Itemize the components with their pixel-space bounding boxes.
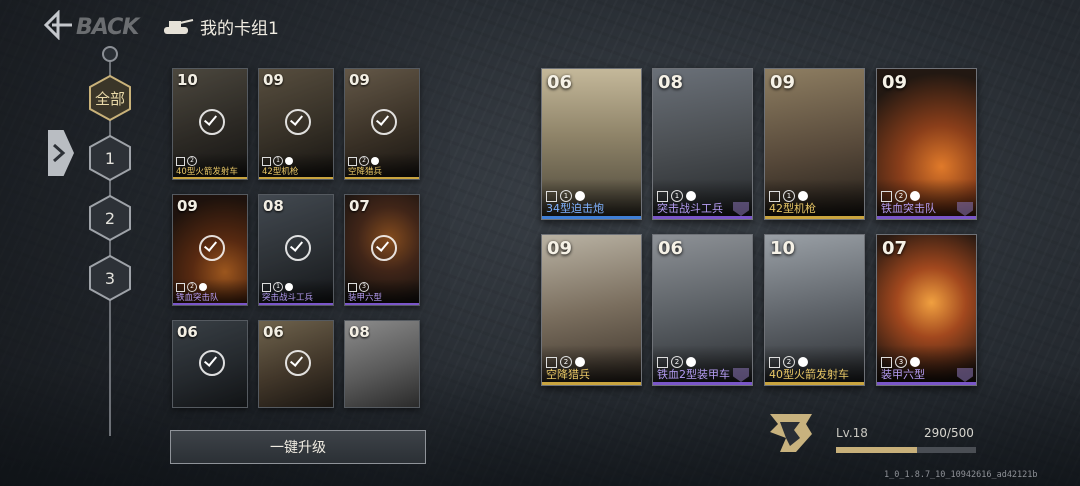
tab-deck-1-label: 1 <box>104 148 116 168</box>
build-id: 1_0_1.8.7_10_10942616_ad42121b <box>884 470 1038 480</box>
card-name: 42型机枪 <box>769 202 816 215</box>
card-name: 铁血突击队 <box>881 202 936 215</box>
card-name: 铁血2型装甲车 <box>657 368 730 381</box>
tab-deck-2[interactable]: 2 <box>86 194 134 242</box>
card-name: 42型机枪 <box>262 167 299 177</box>
card-cost: 06 <box>658 238 684 259</box>
card-cost: 10 <box>177 71 198 89</box>
tab-deck-1[interactable]: 1 <box>86 134 134 182</box>
rarity-bar <box>653 216 752 219</box>
card-cost: 06 <box>547 72 573 93</box>
chevron-right-icon <box>53 143 66 163</box>
card-name: 装甲六型 <box>348 293 383 303</box>
card-cost: 09 <box>349 71 370 89</box>
card-name: 铁血突击队 <box>176 293 219 303</box>
deck-title: 我的卡组1 <box>200 18 279 39</box>
back-label: BACK <box>76 15 139 40</box>
collection-card[interactable]: 06 2 铁血2型装甲车 <box>652 234 753 386</box>
card-name: 突击战斗工兵 <box>657 202 723 215</box>
rarity-bar <box>173 177 247 179</box>
rarity-bar <box>173 303 247 305</box>
tab-deck-3-label: 3 <box>104 268 116 288</box>
flag-icon <box>285 157 293 165</box>
rarity-bar <box>345 303 419 305</box>
deck-card[interactable]: 10 2 40型火箭发射车 <box>172 68 248 180</box>
card-name: 突击战斗工兵 <box>262 293 314 303</box>
checkmark-icon <box>285 349 311 376</box>
deck-header: 我的卡组1 <box>160 12 279 40</box>
checkmark-icon <box>371 234 397 261</box>
card-cost: 06 <box>177 323 198 341</box>
card-name: 空降猎兵 <box>348 167 383 177</box>
back-button[interactable]: BACK <box>42 10 139 42</box>
back-arrow-icon <box>43 10 72 40</box>
collection-card[interactable]: 09 1 42型机枪 <box>764 68 865 220</box>
checkmark-icon <box>371 108 397 135</box>
checkmark-icon <box>285 234 311 261</box>
xp-bar-fill <box>836 447 918 453</box>
checkmark-icon <box>285 108 311 135</box>
collection-card[interactable]: 08 1 突击战斗工兵 <box>652 68 753 220</box>
card-name: 装甲六型 <box>881 368 925 381</box>
deck-card[interactable]: 09 2 铁血突击队 <box>172 194 248 306</box>
rarity-bar <box>877 216 976 219</box>
card-cost: 08 <box>263 197 284 215</box>
deck-card[interactable]: 09 2 空降猎兵 <box>344 68 420 180</box>
collection-card[interactable]: 06 1 34型迫击炮 <box>541 68 642 220</box>
checkmark-icon <box>199 349 225 376</box>
card-name: 空降猎兵 <box>546 368 590 381</box>
card-name: 34型迫击炮 <box>546 202 604 215</box>
flag-icon <box>371 157 379 165</box>
deck-card[interactable]: 06 <box>258 320 334 408</box>
card-cost: 07 <box>349 197 370 215</box>
rarity-bar <box>877 382 976 385</box>
rank-emblem-icon <box>770 414 812 452</box>
tab-deck-3[interactable]: 3 <box>86 254 134 302</box>
checkmark-icon <box>199 108 225 135</box>
card-cost: 08 <box>658 72 684 93</box>
collection-card[interactable]: 09 2 铁血突击队 <box>876 68 977 220</box>
card-name: 40型火箭发射车 <box>769 368 849 381</box>
tank-icon <box>164 19 194 34</box>
checkmark-icon <box>199 234 225 261</box>
rail-knob <box>102 46 118 62</box>
card-cost: 06 <box>263 323 284 341</box>
card-cost: 08 <box>349 323 370 341</box>
card-cost: 09 <box>882 72 908 93</box>
rarity-bar <box>259 303 333 305</box>
deck-card[interactable]: 08 <box>344 320 420 408</box>
rarity-bar <box>259 177 333 179</box>
tab-deck-2-label: 2 <box>104 208 116 228</box>
card-cost: 09 <box>547 238 573 259</box>
deck-card[interactable]: 09 1 42型机枪 <box>258 68 334 180</box>
xp-bar <box>836 447 976 453</box>
card-cost: 10 <box>770 238 796 259</box>
deck-card[interactable]: 07 3 装甲六型 <box>344 194 420 306</box>
deck-card[interactable]: 08 1 突击战斗工兵 <box>258 194 334 306</box>
rarity-bar <box>542 382 641 385</box>
card-cost: 09 <box>263 71 284 89</box>
tab-all-label: 全部 <box>94 89 125 108</box>
player-xp: 290/500 <box>924 426 974 440</box>
flag-icon <box>199 283 207 291</box>
upgrade-all-button[interactable]: 一键升级 <box>170 430 426 464</box>
flag-icon <box>285 283 293 291</box>
collection-card[interactable]: 10 2 40型火箭发射车 <box>764 234 865 386</box>
rarity-bar <box>765 382 864 385</box>
deck-card[interactable]: 06 <box>172 320 248 408</box>
tab-all[interactable]: 全部 <box>86 74 134 122</box>
collection-card[interactable]: 07 3 装甲六型 <box>876 234 977 386</box>
card-cost: 07 <box>882 238 908 259</box>
card-name: 40型火箭发射车 <box>176 167 238 177</box>
rarity-bar <box>653 382 752 385</box>
rarity-bar <box>765 216 864 219</box>
rarity-bar <box>542 216 641 219</box>
card-cost: 09 <box>177 197 198 215</box>
rarity-bar <box>345 177 419 179</box>
collection-card[interactable]: 09 2 空降猎兵 <box>541 234 642 386</box>
player-level: Lv.18 <box>836 426 868 440</box>
card-cost: 09 <box>770 72 796 93</box>
